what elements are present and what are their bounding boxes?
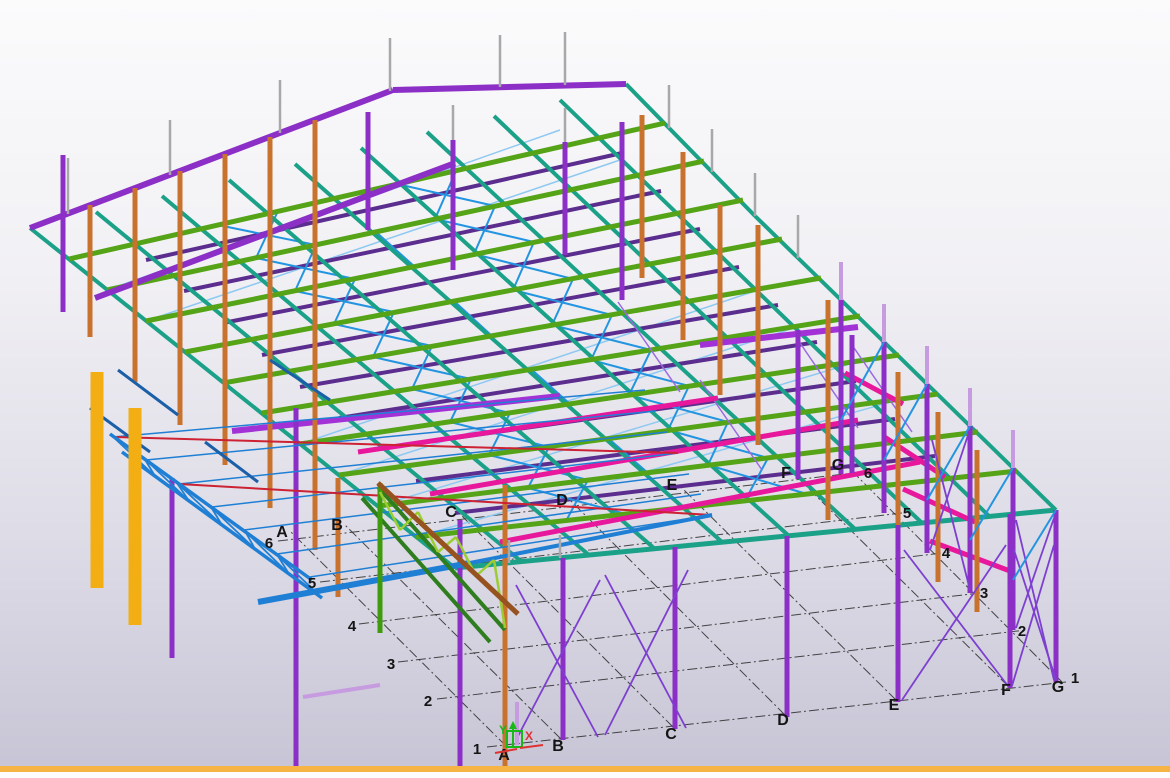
grid-label-right: 6: [864, 465, 872, 482]
structural-model-canvas: ABCDEFG123456123456ABCDEFGYX: [0, 0, 1170, 778]
roof-teal-rafters-member: [755, 216, 798, 258]
grid-label-bottom: C: [665, 726, 677, 743]
grid-label-left: 5: [308, 575, 316, 592]
grid-label-mid: F: [781, 465, 791, 482]
magenta-rails: [358, 373, 1010, 571]
yellow-columns: [97, 372, 135, 625]
grid-label-mid: D: [556, 492, 568, 509]
end-wall-blue-braces-member: [1013, 510, 1056, 580]
roof-teal-rafters-member: [1013, 468, 1056, 510]
y-axis-label: Y: [499, 723, 507, 737]
mezzanine-truss-webs-member: [211, 507, 255, 549]
grid-label-mid: B: [331, 517, 343, 534]
roof-teal-rafters-member: [841, 300, 884, 342]
grid-line: [345, 525, 561, 739]
grid-label-mid: E: [667, 477, 678, 494]
dark-blue-braces-member: [118, 370, 178, 415]
grid-label-right: 3: [980, 585, 988, 602]
roof-teal-rafters-member: [927, 384, 970, 426]
wall-x-braces-purple-member: [904, 550, 1008, 686]
lavender-beams-member: [303, 685, 380, 697]
x-axis-label: X: [525, 729, 533, 743]
lavender-beams: [303, 685, 380, 697]
grid-label-bottom: F: [1001, 682, 1011, 699]
cad-3d-viewport[interactable]: ABCDEFG123456123456ABCDEFGYX: [0, 0, 1170, 778]
grid-label-bottom: E: [889, 697, 900, 714]
ridge-purple-edges-member: [393, 84, 626, 90]
grid-label-left: 1: [473, 741, 481, 758]
grid-line: [437, 630, 1026, 699]
mezzanine-joists: [113, 390, 712, 577]
grid-label-left: 4: [348, 618, 357, 635]
footer-strip: [0, 772, 1170, 778]
grid-label-bottom: D: [777, 712, 789, 729]
grid-label-bottom: G: [1052, 679, 1064, 696]
mezzanine-truss-webs-member: [177, 483, 222, 525]
grid-label-mid: A: [276, 524, 288, 541]
dark-blue-braces-member: [205, 442, 258, 482]
x-axis-icon: [520, 745, 543, 748]
grid-label-mid: G: [832, 457, 844, 474]
grid-label-left: 2: [424, 693, 432, 710]
grid-label-left: 6: [265, 535, 273, 552]
grid-label-right: 2: [1018, 623, 1026, 640]
grid-label-right: 4: [942, 545, 951, 562]
grid-label-right: 5: [903, 505, 911, 522]
grid-label-left: 3: [387, 656, 395, 673]
mezzanine-truss-webs-member: [144, 458, 189, 501]
roof-teal-rafters-member: [884, 342, 927, 384]
grid-label-mid: C: [445, 504, 457, 521]
roof-sky-blue-braces-member: [300, 289, 761, 444]
grid-label-right: 1: [1071, 670, 1079, 687]
grid-label-bottom: B: [552, 738, 564, 755]
